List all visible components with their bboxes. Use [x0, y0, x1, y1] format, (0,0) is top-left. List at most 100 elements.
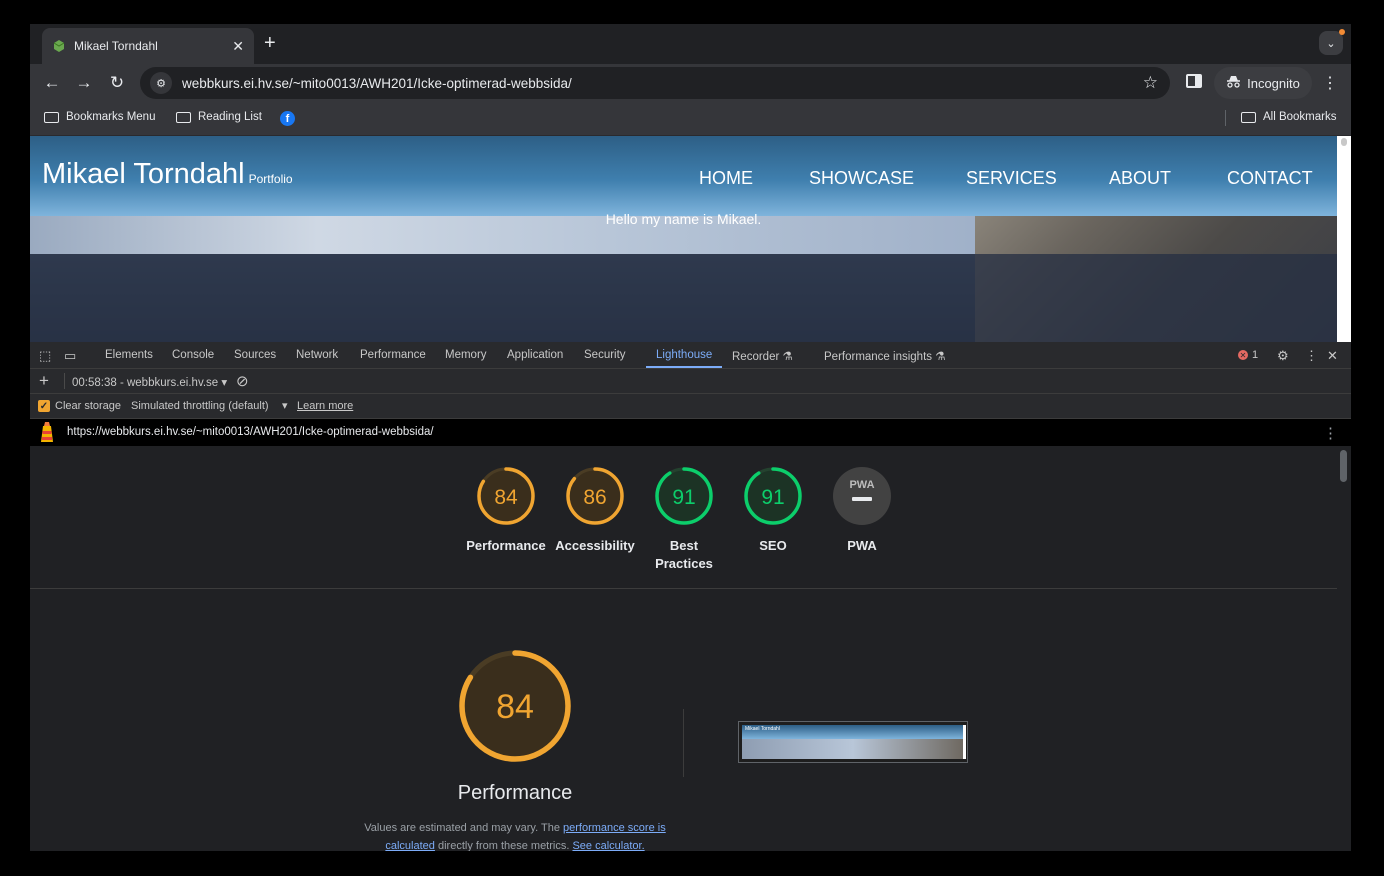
hero-overlay — [30, 254, 1337, 342]
report-menu-icon[interactable]: ⋮ — [1323, 424, 1338, 442]
close-devtools-icon[interactable]: ✕ — [1327, 348, 1338, 364]
tab-recorder[interactable]: Recorder ⚗ — [732, 349, 793, 363]
error-counter[interactable]: ✕ 1 — [1238, 349, 1258, 361]
inspect-element-icon[interactable]: ⬚ — [39, 348, 51, 364]
browser-tab[interactable]: Mikael Torndahl ✕ — [42, 28, 254, 64]
report-url: https://webbkurs.ei.hv.se/~mito0013/AWH2… — [67, 426, 434, 438]
score-gauge-performance[interactable]: 84 Performance — [461, 466, 551, 555]
final-screenshot-thumbnail[interactable]: Mikael Torndahl — [738, 721, 968, 763]
device-toolbar-icon[interactable]: ▭ — [64, 348, 76, 364]
browser-toolbar: ← → ↻ ⚙ webbkurs.ei.hv.se/~mito0013/AWH2… — [30, 64, 1351, 102]
score-gauge-best-practices[interactable]: 91 Best Practices — [639, 466, 729, 573]
incognito-button[interactable]: Incognito — [1214, 67, 1312, 99]
site-name: Mikael Torndahl — [42, 158, 245, 190]
settings-gear-icon[interactable]: ⚙ — [1277, 348, 1289, 364]
nav-contact[interactable]: CONTACT — [1227, 168, 1313, 189]
pwa-badge-icon: PWA — [833, 467, 891, 525]
note-middle: directly from these metrics. — [437, 840, 570, 851]
gauge-label: Best Practices — [655, 538, 713, 571]
score-gauge-accessibility[interactable]: 86 Accessibility — [550, 466, 640, 555]
experiment-flask-icon: ⚗ — [782, 351, 793, 363]
tab-application[interactable]: Application — [507, 349, 563, 361]
nav-home[interactable]: HOME — [699, 168, 753, 189]
lighthouse-options-bar: ✓ Clear storage Simulated throttling (de… — [30, 394, 1351, 419]
error-icon: ✕ — [1238, 350, 1248, 360]
folder-icon — [44, 111, 59, 123]
bookmarks-divider — [1225, 110, 1226, 126]
gauge-ring: 91 — [655, 467, 713, 525]
tab-search-button[interactable]: ⌄ — [1319, 31, 1343, 55]
site-logo-text[interactable]: Mikael Torndahl Portfolio — [42, 158, 293, 191]
lighthouse-toolbar: + 00:58:38 - webbkurs.ei.hv.se ▾ ⊘ — [30, 369, 1351, 394]
vertical-divider — [683, 709, 684, 777]
site-info-icon[interactable]: ⚙ — [150, 72, 172, 94]
report-url-bar: https://webbkurs.ei.hv.se/~mito0013/AWH2… — [30, 419, 1351, 446]
tab-performance-insights[interactable]: Performance insights ⚗ — [824, 349, 946, 363]
address-bar[interactable]: ⚙ webbkurs.ei.hv.se/~mito0013/AWH201/Ick… — [140, 67, 1170, 99]
thumbnail-hero — [742, 739, 964, 759]
clear-storage-checkbox[interactable]: ✓ — [38, 400, 50, 412]
page-scroll-thumb[interactable] — [1341, 138, 1347, 146]
report-scrollbar[interactable] — [1337, 446, 1351, 851]
all-bookmarks-folder[interactable]: All Bookmarks — [1241, 111, 1337, 123]
tab-elements[interactable]: Elements — [105, 349, 153, 361]
dropdown-arrow-icon: ▾ — [221, 377, 228, 389]
close-tab-icon[interactable]: ✕ — [232, 38, 244, 55]
clear-all-icon[interactable]: ⊘ — [236, 372, 249, 390]
thumbnail-title: Mikael Torndahl — [745, 726, 780, 732]
bookmark-star-icon[interactable]: ☆ — [1143, 73, 1158, 93]
report-scroll-thumb[interactable] — [1340, 450, 1347, 482]
bookmarks-bar: Bookmarks Menu Reading List f All Bookma… — [30, 102, 1351, 136]
note-prefix: Values are estimated and may vary. The — [364, 822, 560, 834]
webpage-viewport: Mikael Torndahl Portfolio HOME SHOWCASE S… — [30, 136, 1337, 342]
hero-text: Hello my name is Mikael. — [605, 211, 762, 227]
active-tab-indicator — [646, 366, 722, 368]
tab-console[interactable]: Console — [172, 349, 214, 361]
nav-about[interactable]: ABOUT — [1109, 168, 1171, 189]
bookmark-label: Bookmarks Menu — [66, 111, 156, 123]
tab-title: Mikael Torndahl — [74, 39, 158, 53]
tab-performance[interactable]: Performance — [360, 349, 426, 361]
nav-showcase[interactable]: SHOWCASE — [809, 168, 914, 189]
back-icon[interactable]: ← — [42, 73, 62, 93]
bookmark-facebook[interactable]: f — [280, 111, 295, 126]
nav-services[interactable]: SERVICES — [966, 168, 1057, 189]
tab-sources[interactable]: Sources — [234, 349, 276, 361]
pwa-badge-text: PWA — [849, 479, 874, 491]
error-count: 1 — [1252, 349, 1259, 361]
gauge-label: SEO — [759, 538, 787, 553]
gauge-score: 84 — [494, 486, 518, 509]
chevron-down-icon: ⌄ — [1326, 37, 1336, 50]
tab-security[interactable]: Security — [584, 349, 626, 361]
learn-more-link[interactable]: Learn more — [297, 400, 353, 412]
new-report-icon[interactable]: + — [39, 371, 49, 391]
bookmark-folder-reading-list[interactable]: Reading List — [176, 111, 262, 123]
score-gauge-pwa[interactable]: PWA PWA — [817, 466, 907, 555]
devtools-menu-icon[interactable]: ⋮ — [1305, 348, 1318, 364]
tab-memory[interactable]: Memory — [445, 349, 487, 361]
gauge-score: 91 — [761, 486, 784, 509]
thumbnail-scrollbar — [963, 725, 966, 759]
performance-main-gauge: 84 — [455, 646, 575, 771]
bookmark-folder-menu[interactable]: Bookmarks Menu — [44, 111, 155, 123]
clear-storage-label: Clear storage — [55, 400, 122, 412]
side-panel-icon[interactable] — [1186, 74, 1202, 88]
forward-icon[interactable]: → — [74, 73, 94, 93]
tab-lighthouse[interactable]: Lighthouse — [656, 349, 712, 361]
throttling-dropdown-icon[interactable]: ▾ — [282, 399, 288, 412]
experiment-flask-icon: ⚗ — [935, 351, 946, 363]
report-selector[interactable]: 00:58:38 - webbkurs.ei.hv.se ▾ — [72, 375, 227, 389]
throttling-label: Simulated throttling (default) — [131, 400, 269, 412]
gauge-label: Accessibility — [555, 538, 635, 553]
reload-icon[interactable]: ↻ — [107, 73, 127, 93]
score-gauge-seo[interactable]: 91 SEO — [728, 466, 818, 555]
site-header: Mikael Torndahl Portfolio HOME SHOWCASE S… — [30, 136, 1337, 216]
tab-recorder-label: Recorder — [732, 351, 780, 363]
section-divider — [30, 588, 1337, 589]
new-tab-icon[interactable]: + — [264, 32, 276, 55]
browser-menu-icon[interactable]: ⋮ — [1322, 73, 1338, 93]
gauge-label: PWA — [847, 538, 877, 553]
calculator-link[interactable]: See calculator. — [572, 840, 644, 851]
tab-network[interactable]: Network — [296, 349, 338, 361]
page-scrollbar[interactable] — [1337, 136, 1351, 342]
